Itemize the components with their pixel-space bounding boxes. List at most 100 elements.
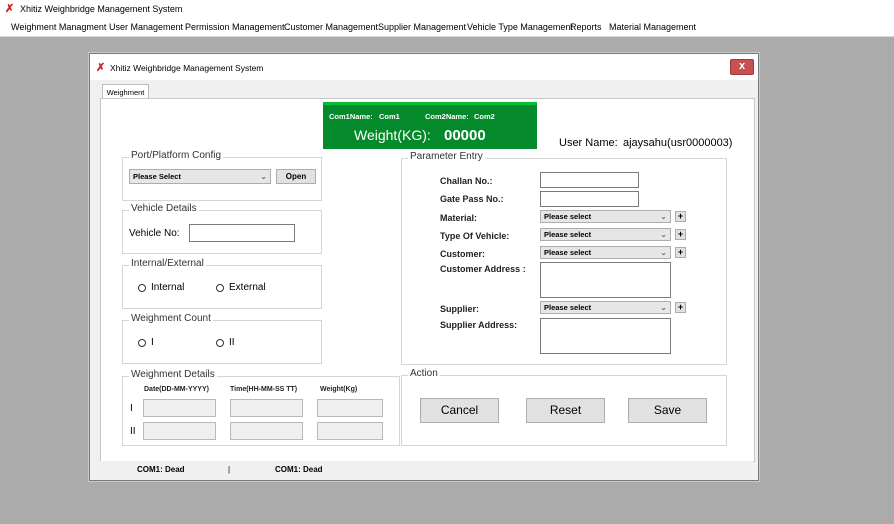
- window-title: Xhitiz Weighbridge Management System: [110, 63, 264, 73]
- count-one-radio[interactable]: [138, 339, 146, 347]
- customer-address-label: Customer Address :: [440, 264, 526, 274]
- chevron-down-icon: ⌄: [260, 172, 267, 181]
- add-supplier-button[interactable]: +: [675, 302, 686, 313]
- count-two-label: II: [229, 337, 235, 348]
- com2-name-value: Com2: [474, 112, 495, 121]
- chevron-down-icon: ⌄: [660, 212, 667, 221]
- chevron-down-icon: ⌄: [660, 230, 667, 239]
- menubar: Weighment Managment User Management Perm…: [0, 18, 894, 37]
- external-radio[interactable]: [216, 284, 224, 292]
- vehicle-details-legend: Vehicle Details: [129, 203, 199, 214]
- weight-display: Com1Name: Com1 Com2Name: Com2 Weight(KG)…: [323, 102, 537, 149]
- app-logo-icon: ✗: [5, 3, 15, 15]
- chevron-down-icon: ⌄: [660, 248, 667, 257]
- count-one-label: I: [151, 337, 154, 348]
- window-titlebar: ✗ Xhitiz Weighbridge Management System x: [90, 54, 758, 80]
- weighment-count-group: Weighment Count I II: [122, 313, 322, 364]
- gate-pass-label: Gate Pass No.:: [440, 194, 504, 204]
- menu-permission-management[interactable]: Permission Management: [185, 22, 285, 32]
- open-button[interactable]: Open: [276, 169, 316, 184]
- gate-pass-input[interactable]: [540, 191, 639, 207]
- date-two-field: [143, 422, 216, 440]
- row-two-label: II: [130, 426, 136, 437]
- com1-status-right: COM1: Dead: [275, 465, 323, 474]
- com2-name-label: Com2Name:: [425, 112, 469, 121]
- close-button[interactable]: x: [730, 59, 754, 75]
- menu-supplier-management[interactable]: Supplier Management: [378, 22, 466, 32]
- com1-name-label: Com1Name:: [329, 112, 373, 121]
- external-label: External: [229, 282, 266, 293]
- internal-external-group: Internal/External Internal External: [122, 258, 322, 309]
- internal-radio[interactable]: [138, 284, 146, 292]
- com1-name-value: Com1: [379, 112, 400, 121]
- challan-no-input[interactable]: [540, 172, 639, 188]
- supplier-address-label: Supplier Address:: [440, 320, 518, 330]
- menu-user-management[interactable]: User Management: [109, 22, 183, 32]
- menu-reports[interactable]: Reports: [570, 22, 602, 32]
- port-config-legend: Port/Platform Config: [129, 150, 224, 161]
- cancel-button[interactable]: Cancel: [420, 398, 499, 423]
- weight-two-field: [317, 422, 383, 440]
- weighment-window: ✗ Xhitiz Weighbridge Management System x…: [89, 53, 759, 481]
- time-column-header: Time(HH-MM-SS TT): [230, 386, 298, 393]
- row-one-label: I: [130, 403, 133, 414]
- parameter-entry-group: Parameter Entry Challan No.: Gate Pass N…: [401, 151, 727, 365]
- vehicle-no-label: Vehicle No:: [129, 228, 180, 239]
- vehicle-type-label: Type Of Vehicle:: [440, 231, 510, 241]
- time-two-field: [230, 422, 303, 440]
- app-title: Xhitiz Weighbridge Management System: [20, 4, 183, 14]
- user-name-label: User Name:: [559, 137, 618, 149]
- add-material-button[interactable]: +: [675, 211, 686, 222]
- status-bar: COM1: Dead | COM1: Dead: [100, 461, 753, 477]
- add-customer-button[interactable]: +: [675, 247, 686, 258]
- action-legend: Action: [408, 368, 440, 379]
- date-column-header: Date(DD-MM-YYYY): [144, 386, 209, 393]
- window-logo-icon: ✗: [96, 62, 106, 74]
- customer-label: Customer:: [440, 249, 486, 259]
- vehicle-details-group: Vehicle Details Vehicle No:: [122, 203, 322, 254]
- vehicle-type-select-value: Please select: [544, 230, 592, 239]
- vehicle-no-input[interactable]: [189, 224, 295, 242]
- material-select-value: Please select: [544, 212, 592, 221]
- supplier-select[interactable]: Please select ⌄: [540, 301, 671, 314]
- user-name-value: ajaysahu(usr0000003): [623, 137, 733, 149]
- save-button[interactable]: Save: [628, 398, 707, 423]
- status-separator: |: [228, 465, 231, 474]
- weight-one-field: [317, 399, 383, 417]
- port-select-value: Please Select: [133, 172, 181, 181]
- count-two-radio[interactable]: [216, 339, 224, 347]
- date-one-field: [143, 399, 216, 417]
- parameter-entry-legend: Parameter Entry: [408, 151, 485, 162]
- supplier-address-input[interactable]: [540, 318, 671, 354]
- challan-no-label: Challan No.:: [440, 176, 493, 186]
- menu-vehicle-type-management[interactable]: Vehicle Type Management: [467, 22, 573, 32]
- menu-weighment-management[interactable]: Weighment Managment: [11, 22, 106, 32]
- action-group: Action Cancel Reset Save: [401, 368, 727, 446]
- reset-button[interactable]: Reset: [526, 398, 605, 423]
- port-config-group: Port/Platform Config Please Select ⌄ Ope…: [122, 150, 322, 201]
- menu-customer-management[interactable]: Customer Management: [284, 22, 378, 32]
- com1-status-left: COM1: Dead: [137, 465, 185, 474]
- customer-address-input[interactable]: [540, 262, 671, 298]
- vehicle-type-select[interactable]: Please select ⌄: [540, 228, 671, 241]
- supplier-select-value: Please select: [544, 303, 592, 312]
- internal-external-legend: Internal/External: [129, 258, 206, 269]
- weight-label: Weight(KG):: [354, 127, 431, 143]
- internal-label: Internal: [151, 282, 185, 293]
- app-titlebar: ✗ Xhitiz Weighbridge Management System: [0, 0, 894, 18]
- material-label: Material:: [440, 213, 478, 223]
- add-vehicle-type-button[interactable]: +: [675, 229, 686, 240]
- time-one-field: [230, 399, 303, 417]
- material-select[interactable]: Please select ⌄: [540, 210, 671, 223]
- menu-material-management[interactable]: Material Management: [609, 22, 696, 32]
- weighment-details-legend: Weighment Details: [129, 369, 217, 380]
- customer-select[interactable]: Please select ⌄: [540, 246, 671, 259]
- weight-value: 00000: [444, 127, 486, 144]
- weighment-count-legend: Weighment Count: [129, 313, 213, 324]
- customer-select-value: Please select: [544, 248, 592, 257]
- weighment-details-group: Weighment Details Date(DD-MM-YYYY) Time(…: [122, 369, 400, 446]
- weight-column-header: Weight(Kg): [320, 386, 358, 393]
- chevron-down-icon: ⌄: [660, 303, 667, 312]
- port-select[interactable]: Please Select ⌄: [129, 169, 271, 184]
- supplier-label: Supplier:: [440, 304, 480, 314]
